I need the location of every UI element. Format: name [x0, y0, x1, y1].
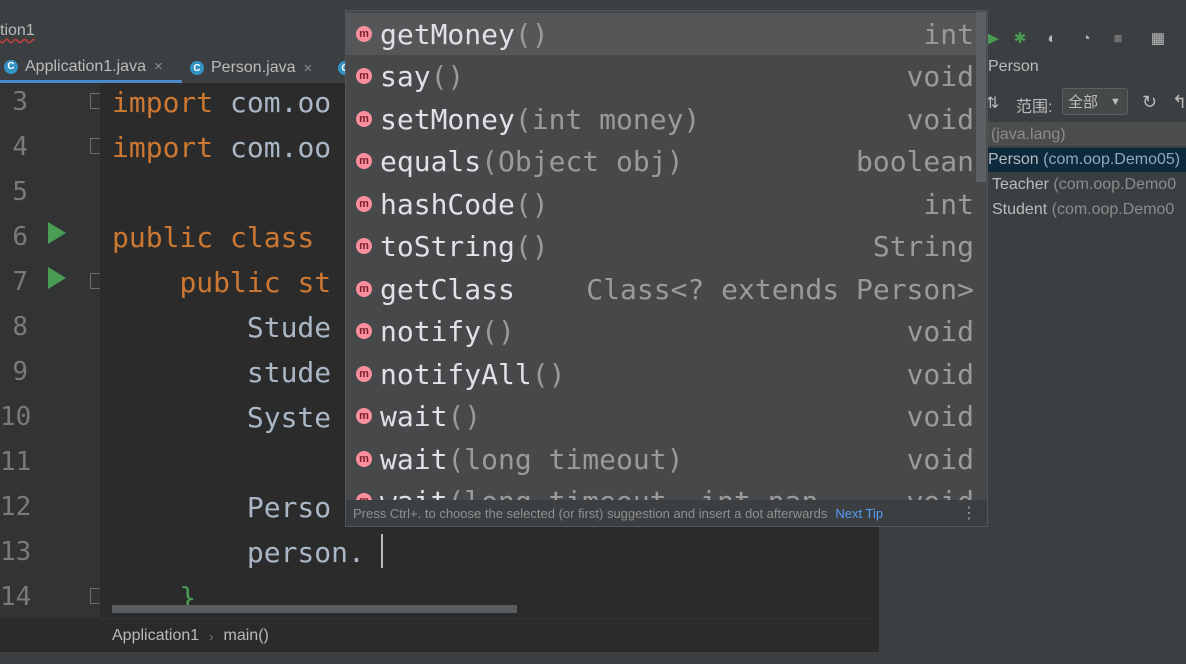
code-line: import com.oo	[112, 131, 332, 164]
chevron-down-icon: ▼	[1110, 95, 1121, 108]
code-line: import com.oo	[112, 86, 332, 119]
method-icon: m	[356, 68, 372, 84]
line-number: 6	[12, 222, 28, 252]
code-line: Syste	[112, 401, 332, 434]
line-number: 8	[12, 312, 28, 342]
tree-item-object[interactable]: t (java.lang)	[982, 126, 1066, 144]
completion-hint: Press Ctrl+. to choose the selected (or …	[353, 505, 828, 521]
close-icon[interactable]: ×	[304, 60, 313, 77]
tab-label: Application1.java	[25, 57, 146, 75]
method-icon: m	[356, 196, 372, 212]
run-main-icon[interactable]	[48, 267, 66, 289]
line-number: 12	[0, 492, 32, 522]
breadcrumb: Application1 › main()	[100, 618, 878, 653]
line-number: 7	[12, 267, 28, 297]
debug-icon[interactable]: ✱	[1010, 28, 1030, 48]
tree-item-student[interactable]: Student (com.oop.Demo0	[992, 201, 1174, 219]
completion-footer: Press Ctrl+. to choose the selected (or …	[346, 500, 987, 526]
editor-gutter[interactable]: 3 4 5 6 7 8 9 10 11 12 13 14	[0, 83, 106, 618]
method-icon: m	[356, 281, 372, 297]
text-cursor	[381, 534, 383, 568]
line-number: 10	[0, 402, 32, 432]
run-class-icon[interactable]	[48, 222, 66, 244]
coverage-icon[interactable]: ◐	[1042, 28, 1062, 48]
breadcrumb-item[interactable]: main()	[224, 627, 269, 645]
completion-item[interactable]: m say() void	[346, 55, 976, 97]
completion-item[interactable]: m getMoney() int	[346, 13, 976, 55]
method-icon: m	[356, 366, 372, 382]
code-line: Stude	[112, 311, 332, 344]
hierarchy-title: Person	[988, 58, 1039, 75]
code-line: person.	[112, 536, 365, 569]
breadcrumb-item[interactable]: Application1	[112, 627, 199, 645]
tab-person[interactable]: C Person.java ×	[190, 53, 312, 83]
code-line: public st	[179, 266, 332, 299]
code-line: Perso	[112, 491, 332, 524]
completion-item[interactable]: m notifyAll() void	[346, 353, 976, 395]
more-vertical-icon[interactable]: ⋮	[961, 503, 977, 523]
completion-item[interactable]: m hashCode() int	[346, 183, 976, 225]
profile-icon[interactable]: ◔	[1076, 28, 1096, 48]
code-line: stude	[112, 356, 332, 389]
keyword: import	[112, 86, 214, 119]
completion-item[interactable]: m setMoney (int money) void	[346, 98, 976, 140]
method-icon: m	[356, 238, 372, 254]
line-number: 14	[0, 582, 32, 612]
method-icon: m	[356, 111, 372, 127]
project-name[interactable]: tion1	[0, 22, 35, 40]
line-number: 9	[12, 357, 28, 387]
method-icon: m	[356, 451, 372, 467]
tab-application1[interactable]: C Application1.java ×	[0, 53, 182, 83]
scope-value: 全部	[1068, 94, 1099, 111]
line-number: 3	[12, 87, 28, 117]
expand-icon[interactable]: ↰	[1172, 92, 1186, 113]
method-icon: m	[356, 408, 372, 424]
completion-item[interactable]: m getClass Class<? extends Person>	[346, 268, 976, 310]
completion-popup: m getMoney() int m say() void m setMoney (int …	[345, 10, 988, 527]
project-structure-icon[interactable]: ▦	[1148, 28, 1168, 48]
tree-item-teacher[interactable]: Teacher (com.oop.Demo0	[992, 176, 1176, 194]
class-icon: C	[4, 59, 18, 74]
completion-item[interactable]: m equals (Object obj) boolean	[346, 140, 976, 182]
code-line: public class	[112, 221, 332, 254]
line-number: 5	[12, 177, 28, 207]
horizontal-scrollbar[interactable]	[112, 605, 517, 613]
status-bar	[0, 652, 1186, 664]
tab-label: Person.java	[211, 59, 296, 76]
line-number: 11	[0, 447, 32, 477]
refresh-icon[interactable]: ↻	[1142, 92, 1157, 113]
completion-item[interactable]: m wait (long timeout) void	[346, 438, 976, 480]
scope-label: 范围:	[1016, 99, 1053, 116]
completion-item[interactable]: m notify() void	[346, 310, 976, 352]
next-tip-link[interactable]: Next Tip	[835, 506, 883, 521]
method-icon: m	[356, 153, 372, 169]
chevron-right-icon: ›	[209, 628, 214, 644]
completion-item[interactable]: m toString() String	[346, 225, 976, 267]
line-number: 13	[0, 537, 32, 567]
close-icon[interactable]: ×	[154, 58, 163, 75]
completion-scrollbar[interactable]	[976, 12, 986, 182]
stop-icon[interactable]: ■	[1108, 28, 1128, 48]
completion-item[interactable]: m wait() void	[346, 395, 976, 437]
keyword: import	[112, 131, 214, 164]
method-icon: m	[356, 323, 372, 339]
sort-icon[interactable]: ⇅	[986, 93, 999, 113]
scope-select[interactable]: 全部 ▼	[1062, 88, 1128, 115]
line-number: 4	[12, 132, 28, 162]
method-icon: m	[356, 26, 372, 42]
tree-item-person[interactable]: Person (com.oop.Demo05)	[988, 151, 1180, 169]
class-icon: C	[190, 61, 204, 75]
